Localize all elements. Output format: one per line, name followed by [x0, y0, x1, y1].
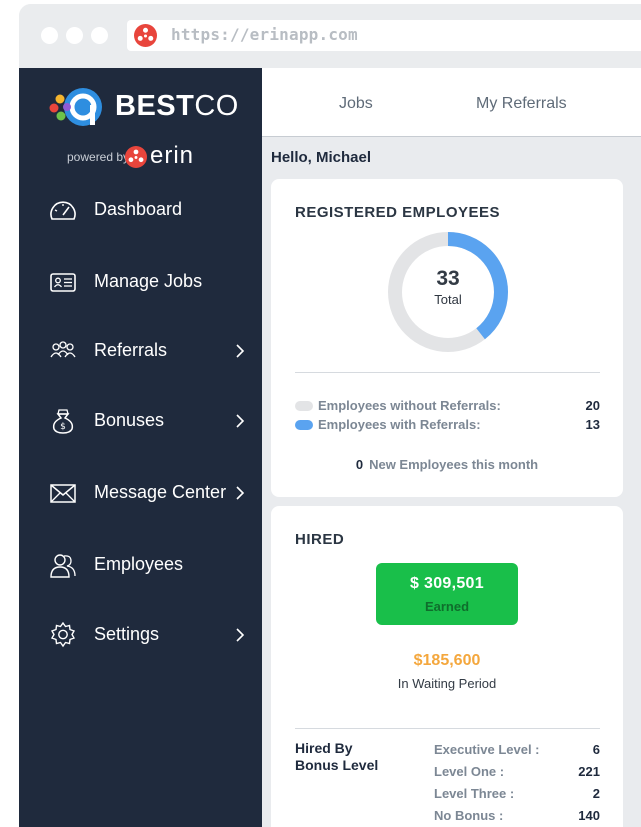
svg-text:$: $	[60, 422, 66, 432]
sidebar-item-referrals[interactable]: Referrals	[49, 334, 249, 368]
legend-value: 13	[585, 417, 600, 432]
waiting-period-amount: $185,600	[413, 652, 481, 669]
sidebar-item-label: Employees	[94, 554, 184, 574]
legend-row-with-referrals: Employees with Referrals: 13	[295, 417, 600, 435]
bonus-level-row: No Bonus : 140	[434, 808, 600, 826]
bonus-level-label: Level One :	[434, 764, 505, 779]
brand-name: BESTCO	[115, 90, 239, 122]
sidebar-item-label: Bonuses	[94, 410, 165, 430]
sidebar-item-label: Referrals	[94, 340, 168, 360]
tab-jobs[interactable]: Jobs	[339, 95, 373, 113]
divider	[295, 728, 600, 729]
legend-row-without-referrals: Employees without Referrals: 20	[295, 398, 600, 416]
donut-total-value: 33	[436, 267, 460, 290]
id-card-icon	[50, 273, 76, 292]
url-text: https://erinapp.com	[171, 25, 358, 44]
legend-label: Employees without Referrals:	[318, 398, 501, 413]
sidebar-item-settings[interactable]: Settings	[49, 618, 249, 652]
money-bag-icon: $	[52, 409, 74, 434]
earned-amount: $ 309,501	[410, 575, 484, 592]
bonus-level-row: Level Three : 2	[434, 786, 600, 804]
sidebar-item-label: Manage Jobs	[94, 271, 203, 291]
employees-icon	[50, 554, 76, 578]
erin-mark-icon	[125, 146, 147, 168]
browser-window: https://erinapp.com BESTCO powered by er…	[19, 4, 641, 827]
people-group-icon	[50, 341, 76, 358]
window-close-dot[interactable]	[41, 27, 58, 44]
erin-logo-icon	[134, 24, 157, 47]
window-minimize-dot[interactable]	[66, 27, 83, 44]
window-maximize-dot[interactable]	[91, 27, 108, 44]
hired-by-bonus-level-heading: Hired By Bonus Level	[295, 740, 379, 773]
new-employees-summary: 0 New Employees this month	[271, 457, 623, 472]
bonus-level-label: Executive Level :	[434, 742, 540, 757]
erin-wordmark: erin	[150, 142, 195, 169]
sidebar-item-label: Message Center	[94, 482, 227, 502]
bonus-level-value: 221	[578, 764, 600, 779]
legend-swatch	[295, 420, 313, 430]
sidebar-item-label: Settings	[94, 624, 160, 644]
donut-total-label: Total	[434, 292, 462, 307]
sidebar-item-dashboard[interactable]: Dashboard	[49, 193, 249, 227]
bestco-logo-icon	[49, 88, 102, 126]
bonus-level-value: 140	[578, 808, 600, 823]
bonus-level-value: 6	[592, 742, 600, 757]
divider	[295, 372, 600, 373]
dashboard-gauge-icon	[50, 201, 76, 220]
bonus-level-label: Level Three :	[434, 786, 515, 801]
tab-my-referrals[interactable]: My Referrals	[476, 95, 567, 113]
registered-employees-card: REGISTERED EMPLOYEES 33 Total Employees …	[271, 179, 623, 497]
top-nav: Jobs My Referrals	[262, 68, 641, 137]
legend-label: Employees with Referrals:	[318, 417, 481, 432]
dashboard-content: Hello, Michael REGISTERED EMPLOYEES 33 T…	[262, 137, 641, 827]
card-title: HIRED	[295, 531, 345, 548]
chevron-right-icon	[236, 344, 245, 358]
chevron-right-icon	[236, 486, 245, 500]
bonus-level-row: Executive Level : 6	[434, 742, 600, 760]
bonus-level-row: Level One : 221	[434, 764, 600, 782]
bonus-level-value: 2	[592, 786, 600, 801]
waiting-period-label: In Waiting Period	[397, 676, 497, 691]
browser-toolbar: https://erinapp.com	[19, 4, 641, 68]
greeting: Hello, Michael	[271, 149, 372, 166]
sidebar-item-bonuses[interactable]: $ Bonuses	[49, 404, 249, 438]
sidebar-item-message-center[interactable]: Message Center	[49, 476, 249, 510]
sidebar-item-manage-jobs[interactable]: Manage Jobs	[49, 265, 249, 299]
new-employees-count: 0	[355, 457, 364, 472]
chevron-right-icon	[236, 628, 245, 642]
gear-icon	[50, 622, 76, 648]
earned-label: Earned	[424, 599, 470, 614]
powered-by-label: powered by	[67, 150, 130, 164]
chevron-right-icon	[236, 414, 245, 428]
legend-swatch	[295, 401, 313, 411]
card-title: REGISTERED EMPLOYEES	[295, 204, 501, 221]
hired-card: HIRED $ 309,501 Earned $185,600 In Waiti…	[271, 506, 623, 827]
sidebar: BESTCO powered by erin Dashboard Manage …	[19, 68, 262, 827]
envelope-icon	[50, 484, 76, 503]
sidebar-item-label: Dashboard	[94, 199, 183, 219]
earned-badge: $ 309,501 Earned	[376, 563, 518, 625]
legend-value: 20	[585, 398, 600, 413]
address-bar[interactable]: https://erinapp.com	[127, 20, 641, 51]
sidebar-item-employees[interactable]: Employees	[49, 548, 249, 582]
new-employees-label: New Employees this month	[369, 457, 539, 472]
bonus-level-label: No Bonus :	[434, 808, 504, 823]
